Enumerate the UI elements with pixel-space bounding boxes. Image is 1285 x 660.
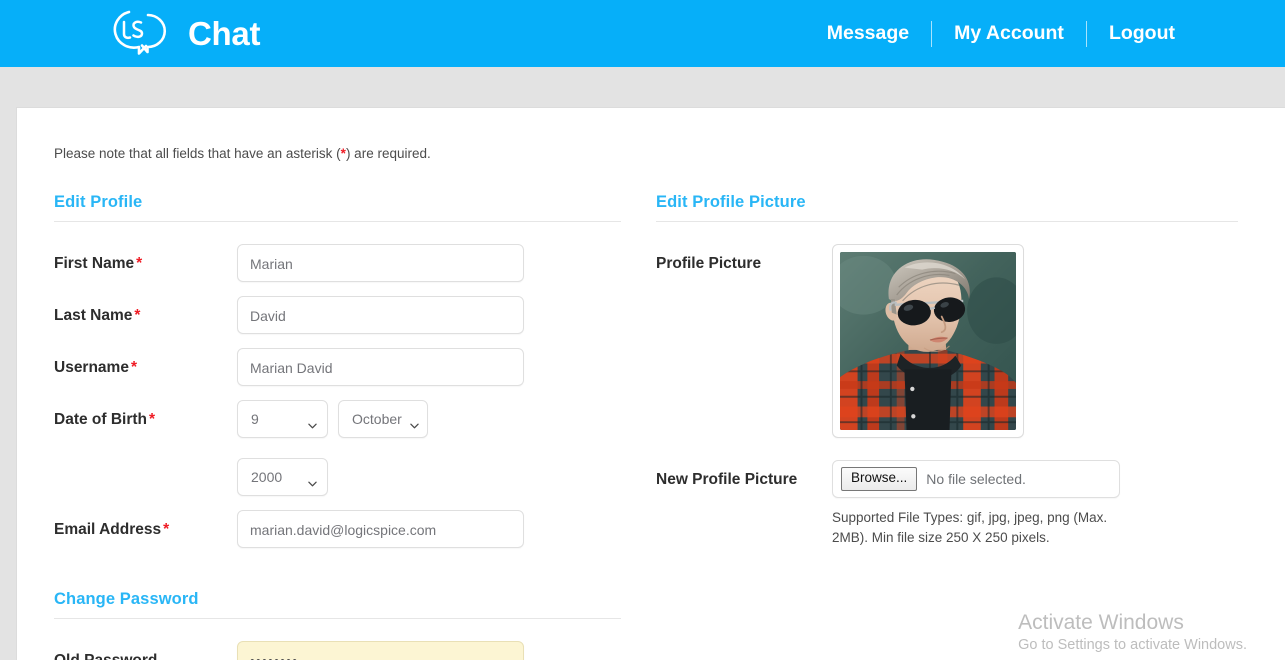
field-date-of-birth: 9 October 2000 xyxy=(237,400,621,496)
label-username-text: Username xyxy=(54,359,129,376)
ls-chat-bubble-logo-icon xyxy=(104,6,176,62)
browse-button[interactable]: Browse... xyxy=(841,467,918,491)
label-last-name: Last Name * xyxy=(54,296,237,326)
site-header: Chat Message My Account Logout xyxy=(0,0,1285,67)
left-column: Edit Profile First Name * Marian Last Nam… xyxy=(17,193,637,660)
label-new-profile-picture: New Profile Picture xyxy=(656,471,798,488)
chevron-down-icon xyxy=(308,474,317,487)
section-title-edit-profile-picture: Edit Profile Picture xyxy=(656,193,806,211)
change-password-section: Change Password Old Password •••••••• xyxy=(54,590,621,660)
chevron-down-icon xyxy=(410,416,419,429)
label-username: Username * xyxy=(54,348,237,378)
label-date-of-birth: Date of Birth * xyxy=(54,400,237,430)
date-of-birth-selects: 9 October 2000 xyxy=(237,400,537,496)
label-email: Email Address * xyxy=(54,510,237,540)
dob-day-value: 9 xyxy=(251,411,259,427)
nav-link-logout[interactable]: Logout xyxy=(1087,23,1175,44)
avatar xyxy=(840,252,1016,430)
required-asterisk: * xyxy=(134,307,141,324)
dob-month-value: October xyxy=(352,411,402,427)
label-profile-picture: Profile Picture xyxy=(656,255,762,272)
main-navigation: Message My Account Logout xyxy=(805,20,1175,47)
required-fields-note: Please note that all fields that have an… xyxy=(54,146,431,161)
note-suffix: ) are required. xyxy=(345,146,431,161)
required-asterisk: * xyxy=(130,359,138,376)
field-row-date-of-birth: Date of Birth * 9 October 2000 xyxy=(54,400,621,496)
field-row-last-name: Last Name * David xyxy=(54,296,621,334)
nav-link-my-account[interactable]: My Account xyxy=(932,23,1086,44)
section-divider xyxy=(656,221,1238,222)
profile-page-card: Please note that all fields that have an… xyxy=(16,107,1285,660)
required-asterisk: * xyxy=(163,521,170,538)
field-first-name: Marian xyxy=(237,244,621,282)
windows-activation-watermark: Activate Windows Go to Settings to activ… xyxy=(1018,610,1247,655)
section-divider xyxy=(54,221,621,222)
section-title-change-password: Change Password xyxy=(54,590,199,608)
first-name-input[interactable]: Marian xyxy=(237,244,524,282)
email-input[interactable]: marian.david@logicspice.com xyxy=(237,510,524,548)
right-column: Edit Profile Picture Profile Picture New… xyxy=(637,193,1285,660)
label-last-name-text: Last Name xyxy=(54,307,133,324)
field-profile-picture xyxy=(832,244,1238,438)
field-username: Marian David xyxy=(237,348,621,386)
required-asterisk: * xyxy=(149,411,156,428)
dob-day-select[interactable]: 9 xyxy=(237,400,328,438)
label-first-name: First Name * xyxy=(54,244,237,274)
username-input[interactable]: Marian David xyxy=(237,348,524,386)
field-row-email: Email Address * marian.david@logicspice.c… xyxy=(54,510,621,548)
field-row-username: Username * Marian David xyxy=(54,348,621,386)
file-upload-hint: Supported File Types: gif, jpg, jpeg, pn… xyxy=(832,510,1108,545)
dob-year-select[interactable]: 2000 xyxy=(237,458,328,496)
field-last-name: David xyxy=(237,296,621,334)
field-row-old-password: Old Password •••••••• xyxy=(54,641,621,660)
watermark-title: Activate Windows xyxy=(1018,610,1184,634)
field-email: marian.david@logicspice.com xyxy=(237,510,621,548)
dob-year-value: 2000 xyxy=(251,469,283,485)
profile-picture-frame xyxy=(832,244,1024,438)
field-row-new-profile-picture: New Profile Picture Browse... No file se… xyxy=(656,460,1238,547)
field-row-profile-picture: Profile Picture xyxy=(656,244,1238,438)
label-email-text: Email Address xyxy=(54,521,162,538)
old-password-input[interactable]: •••••••• xyxy=(237,641,524,660)
file-status-text: No file selected. xyxy=(926,471,1026,487)
label-date-of-birth-text: Date of Birth xyxy=(54,411,147,428)
field-row-first-name: First Name * Marian xyxy=(54,244,621,282)
field-old-password: •••••••• xyxy=(237,641,621,660)
last-name-input[interactable]: David xyxy=(237,296,524,334)
brand-logo[interactable]: Chat xyxy=(104,6,260,62)
section-divider xyxy=(54,618,621,619)
section-title-edit-profile: Edit Profile xyxy=(54,193,143,211)
field-new-profile-picture: Browse... No file selected. Supported Fi… xyxy=(832,460,1238,547)
label-first-name-text: First Name xyxy=(54,255,135,272)
note-prefix: Please note that all fields that have an… xyxy=(54,146,341,161)
required-asterisk: * xyxy=(136,255,143,272)
file-upload-control[interactable]: Browse... No file selected. xyxy=(832,460,1120,498)
brand-name: Chat xyxy=(188,15,261,52)
nav-link-message[interactable]: Message xyxy=(805,23,931,44)
dob-month-select[interactable]: October xyxy=(338,400,428,438)
chevron-down-icon xyxy=(308,416,317,429)
label-old-password: Old Password xyxy=(54,641,237,660)
watermark-subtitle: Go to Settings to activate Windows. xyxy=(1018,637,1247,654)
form-columns: Edit Profile First Name * Marian Last Nam… xyxy=(17,193,1285,660)
